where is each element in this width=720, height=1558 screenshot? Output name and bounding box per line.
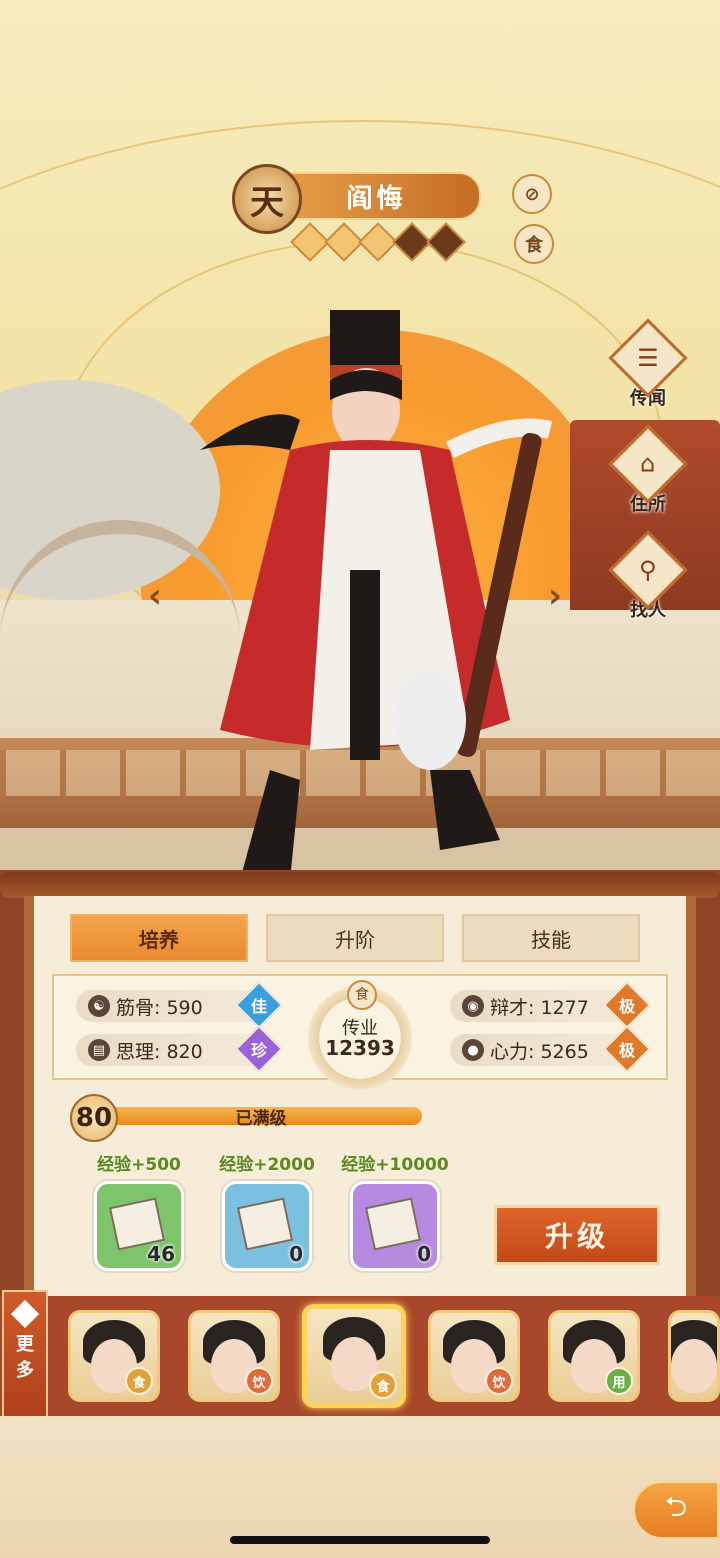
exp-item-2000[interactable]: 经验+2000 0 [212, 1150, 322, 1271]
bond-icon[interactable]: ⊘ [512, 174, 552, 214]
exp-book-icon: 46 [94, 1181, 184, 1271]
stat-value: 筋骨: 590 [116, 996, 203, 1019]
star-rating [290, 222, 466, 262]
exp-label: 经验+10000 [341, 1155, 449, 1175]
stat-biancai: ◉ 辩才: 1277 极 [450, 980, 652, 1030]
roster-portrait[interactable] [668, 1310, 720, 1402]
side-btn-find[interactable]: ⚲ 找人 [608, 530, 688, 622]
roster-portrait[interactable]: 饮 [188, 1310, 280, 1402]
upgrade-button[interactable]: 升级 [494, 1205, 660, 1265]
more-button[interactable]: 更 多 [2, 1290, 48, 1418]
exp-label: 经验+2000 [219, 1155, 315, 1175]
next-arrow-icon[interactable]: › [548, 576, 562, 616]
level-status: 已满级 [235, 1109, 287, 1129]
item-count: 0 [417, 1242, 431, 1266]
legacy-value: 12393 [325, 1036, 395, 1060]
legacy-circle: 食 传业 12393 [308, 980, 412, 1090]
book-icon: ▤ [88, 1039, 110, 1061]
heart-icon: ● [462, 1039, 484, 1061]
back-arrow-icon: ⮌ [664, 1490, 688, 1523]
more-label: 更 [16, 1334, 34, 1355]
home-indicator [230, 1536, 490, 1544]
rank-badge: 天 [232, 164, 302, 234]
type-badge: 用 [605, 1367, 633, 1395]
diamond-icon [10, 1299, 40, 1329]
food-type-icon: 食 [514, 224, 554, 264]
character-name: 阎悔 [272, 172, 481, 220]
tab-cultivate[interactable]: 培养 [70, 914, 248, 962]
exp-item-500[interactable]: 经验+500 46 [84, 1150, 194, 1271]
food-type-icon: 食 [347, 980, 377, 1010]
roster-portrait-selected[interactable]: 食 [302, 1304, 406, 1408]
stat-xinli: ● 心力: 5265 极 [450, 1024, 652, 1074]
name-plate: 天 阎悔 [232, 164, 482, 234]
tab-skills[interactable]: 技能 [462, 914, 640, 962]
prev-arrow-icon[interactable]: ‹ [148, 576, 162, 616]
level-number: 80 [70, 1094, 118, 1142]
pages-icon [364, 1197, 422, 1251]
more-label: 多 [16, 1360, 34, 1381]
type-badge: 食 [369, 1371, 397, 1399]
type-badge: 食 [125, 1367, 153, 1395]
character-portrait [200, 310, 553, 880]
tab-bar: 培养 升阶 技能 [70, 914, 640, 962]
type-badge: 饮 [485, 1367, 513, 1395]
star-empty-icon [426, 222, 466, 262]
strength-icon: ☯ [88, 995, 110, 1017]
side-btn-rumor[interactable]: ☰ 传闻 [608, 318, 688, 410]
face [671, 1338, 717, 1393]
roster-portrait[interactable]: 用 [548, 1310, 640, 1402]
item-count: 0 [289, 1242, 303, 1266]
stat-value: 辩才: 1277 [490, 996, 589, 1019]
level-progress: 80 已满级 [70, 1094, 430, 1142]
pages-icon [236, 1197, 294, 1251]
stat-value: 思理: 820 [116, 1040, 203, 1063]
stat-sili: ▤ 思理: 820 珍 [76, 1024, 284, 1074]
stat-value: 心力: 5265 [490, 1040, 589, 1063]
stat-jingu: ☯ 筋骨: 590 佳 [76, 980, 284, 1030]
panel-top-bar [0, 872, 720, 898]
item-count: 46 [147, 1242, 175, 1266]
exp-label: 经验+500 [97, 1155, 181, 1175]
type-badge: 饮 [245, 1367, 273, 1395]
level-bar-fill: 已满级 [100, 1107, 422, 1129]
tab-advance[interactable]: 升阶 [266, 914, 444, 962]
roster-portrait[interactable]: 食 [68, 1310, 160, 1402]
exp-book-icon: 0 [350, 1181, 440, 1271]
side-btn-residence[interactable]: ⌂ 住所 [608, 424, 688, 516]
exp-book-icon: 0 [222, 1181, 312, 1271]
roster-portrait[interactable]: 饮 [428, 1310, 520, 1402]
eloquence-icon: ◉ [462, 995, 484, 1017]
back-button[interactable]: ⮌ [632, 1480, 720, 1540]
exp-item-10000[interactable]: 经验+10000 0 [340, 1150, 450, 1271]
